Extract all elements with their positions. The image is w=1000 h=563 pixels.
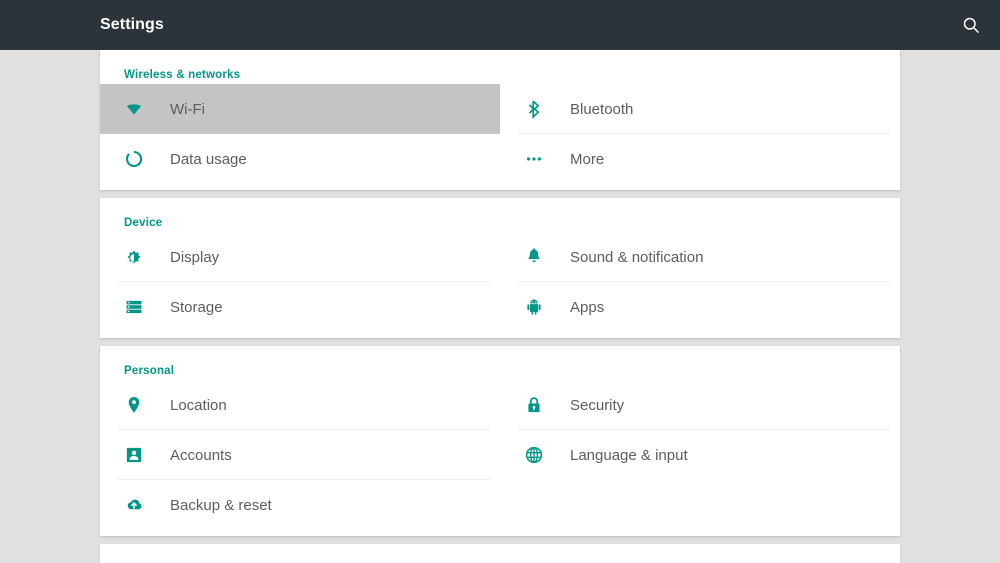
settings-row-label: Wi-Fi xyxy=(170,100,205,118)
right-column: Sound & notification Apps xyxy=(500,232,900,332)
settings-row-storage[interactable]: Storage xyxy=(100,282,500,332)
settings-row-wi-fi[interactable]: Wi-Fi xyxy=(100,84,500,134)
settings-row-label: Apps xyxy=(570,298,605,316)
settings-card-device: Device Display Storage Sound & notification… xyxy=(100,198,900,338)
settings-row-label: Security xyxy=(570,396,625,414)
settings-list[interactable]: Wireless & networks Wi-Fi Data usage Blueto… xyxy=(0,50,1000,563)
left-column: Display Storage xyxy=(100,232,500,332)
settings-row-label: Sound & notification xyxy=(570,248,704,266)
settings-row-label: Accounts xyxy=(170,446,232,464)
settings-row-label: More xyxy=(570,150,605,168)
right-column: Bluetooth More xyxy=(500,84,900,184)
settings-row-apps[interactable]: Apps xyxy=(500,282,900,332)
page-title: Settings xyxy=(100,16,164,33)
globe-icon xyxy=(518,445,550,465)
section-title-wireless-and-networks: Wireless & networks xyxy=(124,69,241,81)
brightness-icon xyxy=(118,247,150,267)
card-bottom-padding xyxy=(100,530,900,536)
settings-row-language-and-input[interactable]: Language & input xyxy=(500,430,900,480)
card-bottom-padding xyxy=(100,184,900,190)
section-rows: Location Accounts Backup & reset Security La… xyxy=(100,380,900,530)
lock-icon xyxy=(518,395,550,415)
more-horizontal-icon xyxy=(518,149,550,169)
settings-row-backup-and-reset[interactable]: Backup & reset xyxy=(100,480,500,530)
wifi-icon xyxy=(118,99,150,119)
section-title-device: Device xyxy=(124,217,163,229)
settings-row-display[interactable]: Display xyxy=(100,232,500,282)
settings-row-more[interactable]: More xyxy=(500,134,900,184)
settings-card-personal: Personal Location Accounts Backup & reset Se… xyxy=(100,346,900,536)
settings-row-label: Display xyxy=(170,248,220,266)
left-column: Wi-Fi Data usage xyxy=(100,84,500,184)
location-pin-icon xyxy=(118,395,150,415)
settings-row-label: Language & input xyxy=(570,446,688,464)
settings-row-accounts[interactable]: Accounts xyxy=(100,430,500,480)
settings-row-label: Storage xyxy=(170,298,223,316)
card-bottom-padding xyxy=(100,332,900,338)
cloud-upload-icon xyxy=(118,495,150,515)
settings-card-system: System xyxy=(100,544,900,563)
right-column: Security Language & input xyxy=(500,380,900,530)
search-icon xyxy=(961,15,981,35)
settings-row-bluetooth[interactable]: Bluetooth xyxy=(500,84,900,134)
settings-app: Settings Wireless & networks Wi-Fi Data us… xyxy=(0,0,1000,563)
storage-icon xyxy=(118,297,150,317)
account-icon xyxy=(118,445,150,465)
settings-card-wireless-and-networks: Wireless & networks Wi-Fi Data usage Blueto… xyxy=(100,50,900,190)
section-rows: Display Storage Sound & notification Apps xyxy=(100,232,900,332)
search-button[interactable] xyxy=(948,0,994,50)
section-title-personal: Personal xyxy=(124,365,175,377)
settings-row-label: Bluetooth xyxy=(570,100,634,118)
section-rows: Wi-Fi Data usage Bluetooth More xyxy=(100,84,900,184)
left-column: Location Accounts Backup & reset xyxy=(100,380,500,530)
settings-row-security[interactable]: Security xyxy=(500,380,900,430)
settings-row-label: Data usage xyxy=(170,150,247,168)
bell-icon xyxy=(518,247,550,267)
settings-row-location[interactable]: Location xyxy=(100,380,500,430)
settings-row-sound-and-notification[interactable]: Sound & notification xyxy=(500,232,900,282)
app-bar: Settings xyxy=(0,0,1000,50)
data-usage-icon xyxy=(118,149,150,169)
settings-row-label: Backup & reset xyxy=(170,496,272,514)
settings-row-label: Location xyxy=(170,396,227,414)
section-title-system: System xyxy=(100,554,900,563)
android-icon xyxy=(518,297,550,317)
bluetooth-icon xyxy=(518,99,550,119)
settings-row-data-usage[interactable]: Data usage xyxy=(100,134,500,184)
